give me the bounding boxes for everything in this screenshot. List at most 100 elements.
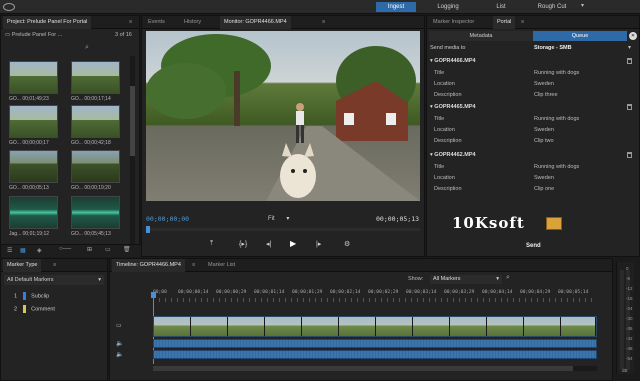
clip-2-header[interactable]: ▾ GOPR4465.MP4 [430, 104, 476, 110]
thumbnail-3[interactable] [9, 105, 58, 138]
chevron-down-icon: ▾ [98, 277, 101, 283]
tab-monitor[interactable]: Monitor: GOPR4466.MP4 [220, 16, 291, 29]
clip-1-header[interactable]: ▾ GOPR4466.MP4 [430, 58, 476, 64]
field-label: Location [434, 175, 455, 181]
list-view-icon[interactable]: ☰ [7, 247, 12, 254]
trash-icon[interactable] [627, 152, 632, 158]
thumbnail-2-label: GO... 00;00;17;14 [71, 96, 111, 102]
trash-icon[interactable] [627, 104, 632, 110]
chevron-down-icon: ▾ [496, 276, 499, 282]
thumbnail-1[interactable] [9, 61, 58, 94]
thumbnail-2[interactable] [71, 61, 120, 94]
marker-type-title[interactable]: Marker Type [3, 259, 42, 272]
search-icon[interactable]: ⌕ [506, 274, 510, 282]
clip-3-description[interactable]: Clip one [534, 184, 554, 194]
zoom-select[interactable]: Fit ▾ [268, 215, 289, 222]
clip-3-title[interactable]: Running with dogs [534, 162, 579, 172]
timeline-scroll-thumb[interactable] [153, 366, 573, 371]
panel-menu-icon[interactable]: ≡ [188, 259, 199, 272]
clip-3-location[interactable]: Sweden [534, 173, 554, 183]
project-scroll-thumb[interactable] [130, 86, 135, 156]
panel-menu-icon[interactable]: ≡ [49, 259, 60, 272]
mark-in-out-icon[interactable]: {▸} [239, 240, 247, 248]
tab-history[interactable]: History [180, 16, 205, 29]
tab-portal[interactable]: Portal [493, 16, 516, 29]
audio-track-2-speaker-icon[interactable]: 🔈 [116, 351, 123, 358]
project-panel-title[interactable]: Project: Prelude Panel For Portal [3, 16, 92, 29]
clip-1-location[interactable]: Sweden [534, 79, 554, 89]
clip-1-description-row: Description Clip three [434, 90, 634, 100]
send-button[interactable]: Send [526, 243, 541, 249]
show-markers-select[interactable]: All Markers ▾ [430, 275, 502, 284]
freeform-view-icon[interactable]: ◈ [37, 247, 42, 254]
marker-item-comment[interactable]: 2 Comment [14, 305, 55, 313]
subtab-metadata[interactable]: Metadata [429, 31, 533, 41]
subtab-queue[interactable]: Queue [533, 31, 627, 41]
marker-hotkey: 2 [14, 306, 18, 313]
monitor-scrubber[interactable] [146, 226, 420, 233]
panel-menu-icon[interactable]: ≡ [318, 16, 329, 29]
playhead-icon[interactable] [146, 226, 150, 233]
clip-2-description-row: Description Clip two [434, 136, 634, 146]
thumbnail-7[interactable] [9, 196, 58, 229]
timeline-scrollbar[interactable] [153, 366, 597, 371]
thumbnail-6[interactable] [71, 150, 120, 183]
panel-menu-icon[interactable]: ≡ [517, 16, 528, 29]
audio-clip-1[interactable] [153, 339, 597, 348]
workspace-list[interactable]: List [486, 2, 516, 12]
tab-events[interactable]: Events [144, 16, 169, 29]
top-bar: Ingest Logging List Rough Cut ▾ [0, 0, 640, 14]
icon-view-icon[interactable]: ▦ [20, 247, 26, 254]
meter-label: -48 [626, 346, 633, 351]
clip-3-title-row: Title Running with dogs [434, 162, 634, 172]
tab-marker-list[interactable]: Marker List [204, 259, 239, 272]
tab-marker-inspector[interactable]: Marker Inspector [429, 16, 478, 29]
timeline-ruler[interactable] [153, 298, 597, 302]
clip-2-location[interactable]: Sweden [534, 125, 554, 135]
clip-1-description[interactable]: Clip three [534, 90, 558, 100]
field-label: Description [434, 92, 462, 98]
marker-item-subclip[interactable]: 1 Subclip [14, 292, 49, 300]
zoom-slider[interactable]: ○── [59, 246, 71, 252]
export-frame-icon[interactable]: ⤒ [210, 240, 213, 248]
audio-clip-2[interactable] [153, 350, 597, 359]
panel-menu-icon[interactable]: ≡ [125, 16, 136, 29]
step-back-icon[interactable]: ◂| [266, 240, 271, 248]
destination-chevron-icon[interactable]: ▾ [628, 44, 631, 51]
clip-3-location-row: Location Sweden [434, 173, 634, 183]
clip-2-description[interactable]: Clip two [534, 136, 554, 146]
thumbnail-3-label: GO... 00;00;00;17 [9, 140, 49, 146]
play-icon[interactable]: ▶ [290, 239, 296, 248]
video-preview[interactable] [146, 31, 420, 201]
step-forward-icon[interactable]: |▸ [316, 240, 321, 248]
workspace-logging[interactable]: Logging [430, 2, 466, 12]
audio-track-1-speaker-icon[interactable]: 🔈 [116, 340, 123, 347]
thumbnail-8[interactable] [71, 196, 120, 229]
video-track-icon[interactable]: ▭ [116, 322, 122, 329]
clip-3-header[interactable]: ▾ GOPR4462.MP4 [430, 152, 476, 158]
workspace-menu-chevron-icon[interactable]: ▾ [581, 2, 584, 9]
ruler-label: 00;00;04;29 [520, 290, 551, 295]
thumbnail-6-label: GO... 00;00;19;20 [71, 185, 111, 191]
workspace-ingest[interactable]: Ingest [376, 2, 416, 12]
new-item-icon[interactable]: ⊞ [87, 246, 92, 253]
clip-1-title[interactable]: Running with dogs [534, 68, 579, 78]
destination-select[interactable]: Storage - SMB [534, 45, 572, 51]
marker-type-panel: Marker Type ≡ All Default Markers ▾ [0, 258, 108, 381]
clip-2-title[interactable]: Running with dogs [534, 114, 579, 124]
clip-frame [228, 317, 265, 336]
zoom-value: Fit [268, 216, 275, 222]
close-icon[interactable]: ✕ [629, 32, 637, 40]
marker-filter-select[interactable]: All Default Markers ▾ [4, 275, 104, 285]
trash-icon[interactable] [627, 58, 632, 64]
folder-icon-button[interactable]: ▭ [105, 246, 111, 253]
thumbnail-5[interactable] [9, 150, 58, 183]
delete-icon[interactable]: 🗑 [123, 246, 131, 253]
project-scrollbar[interactable] [130, 56, 135, 246]
tab-timeline[interactable]: Timeline: GOPR4466.MP4 [112, 259, 185, 272]
thumbnail-4[interactable] [71, 105, 120, 138]
timecode-current[interactable]: 00;00;00;00 [146, 215, 189, 223]
workspace-rough-cut[interactable]: Rough Cut [530, 2, 574, 12]
settings-wrench-icon[interactable]: ⚙ [344, 240, 350, 248]
search-icon[interactable]: ⌕ [85, 44, 89, 52]
